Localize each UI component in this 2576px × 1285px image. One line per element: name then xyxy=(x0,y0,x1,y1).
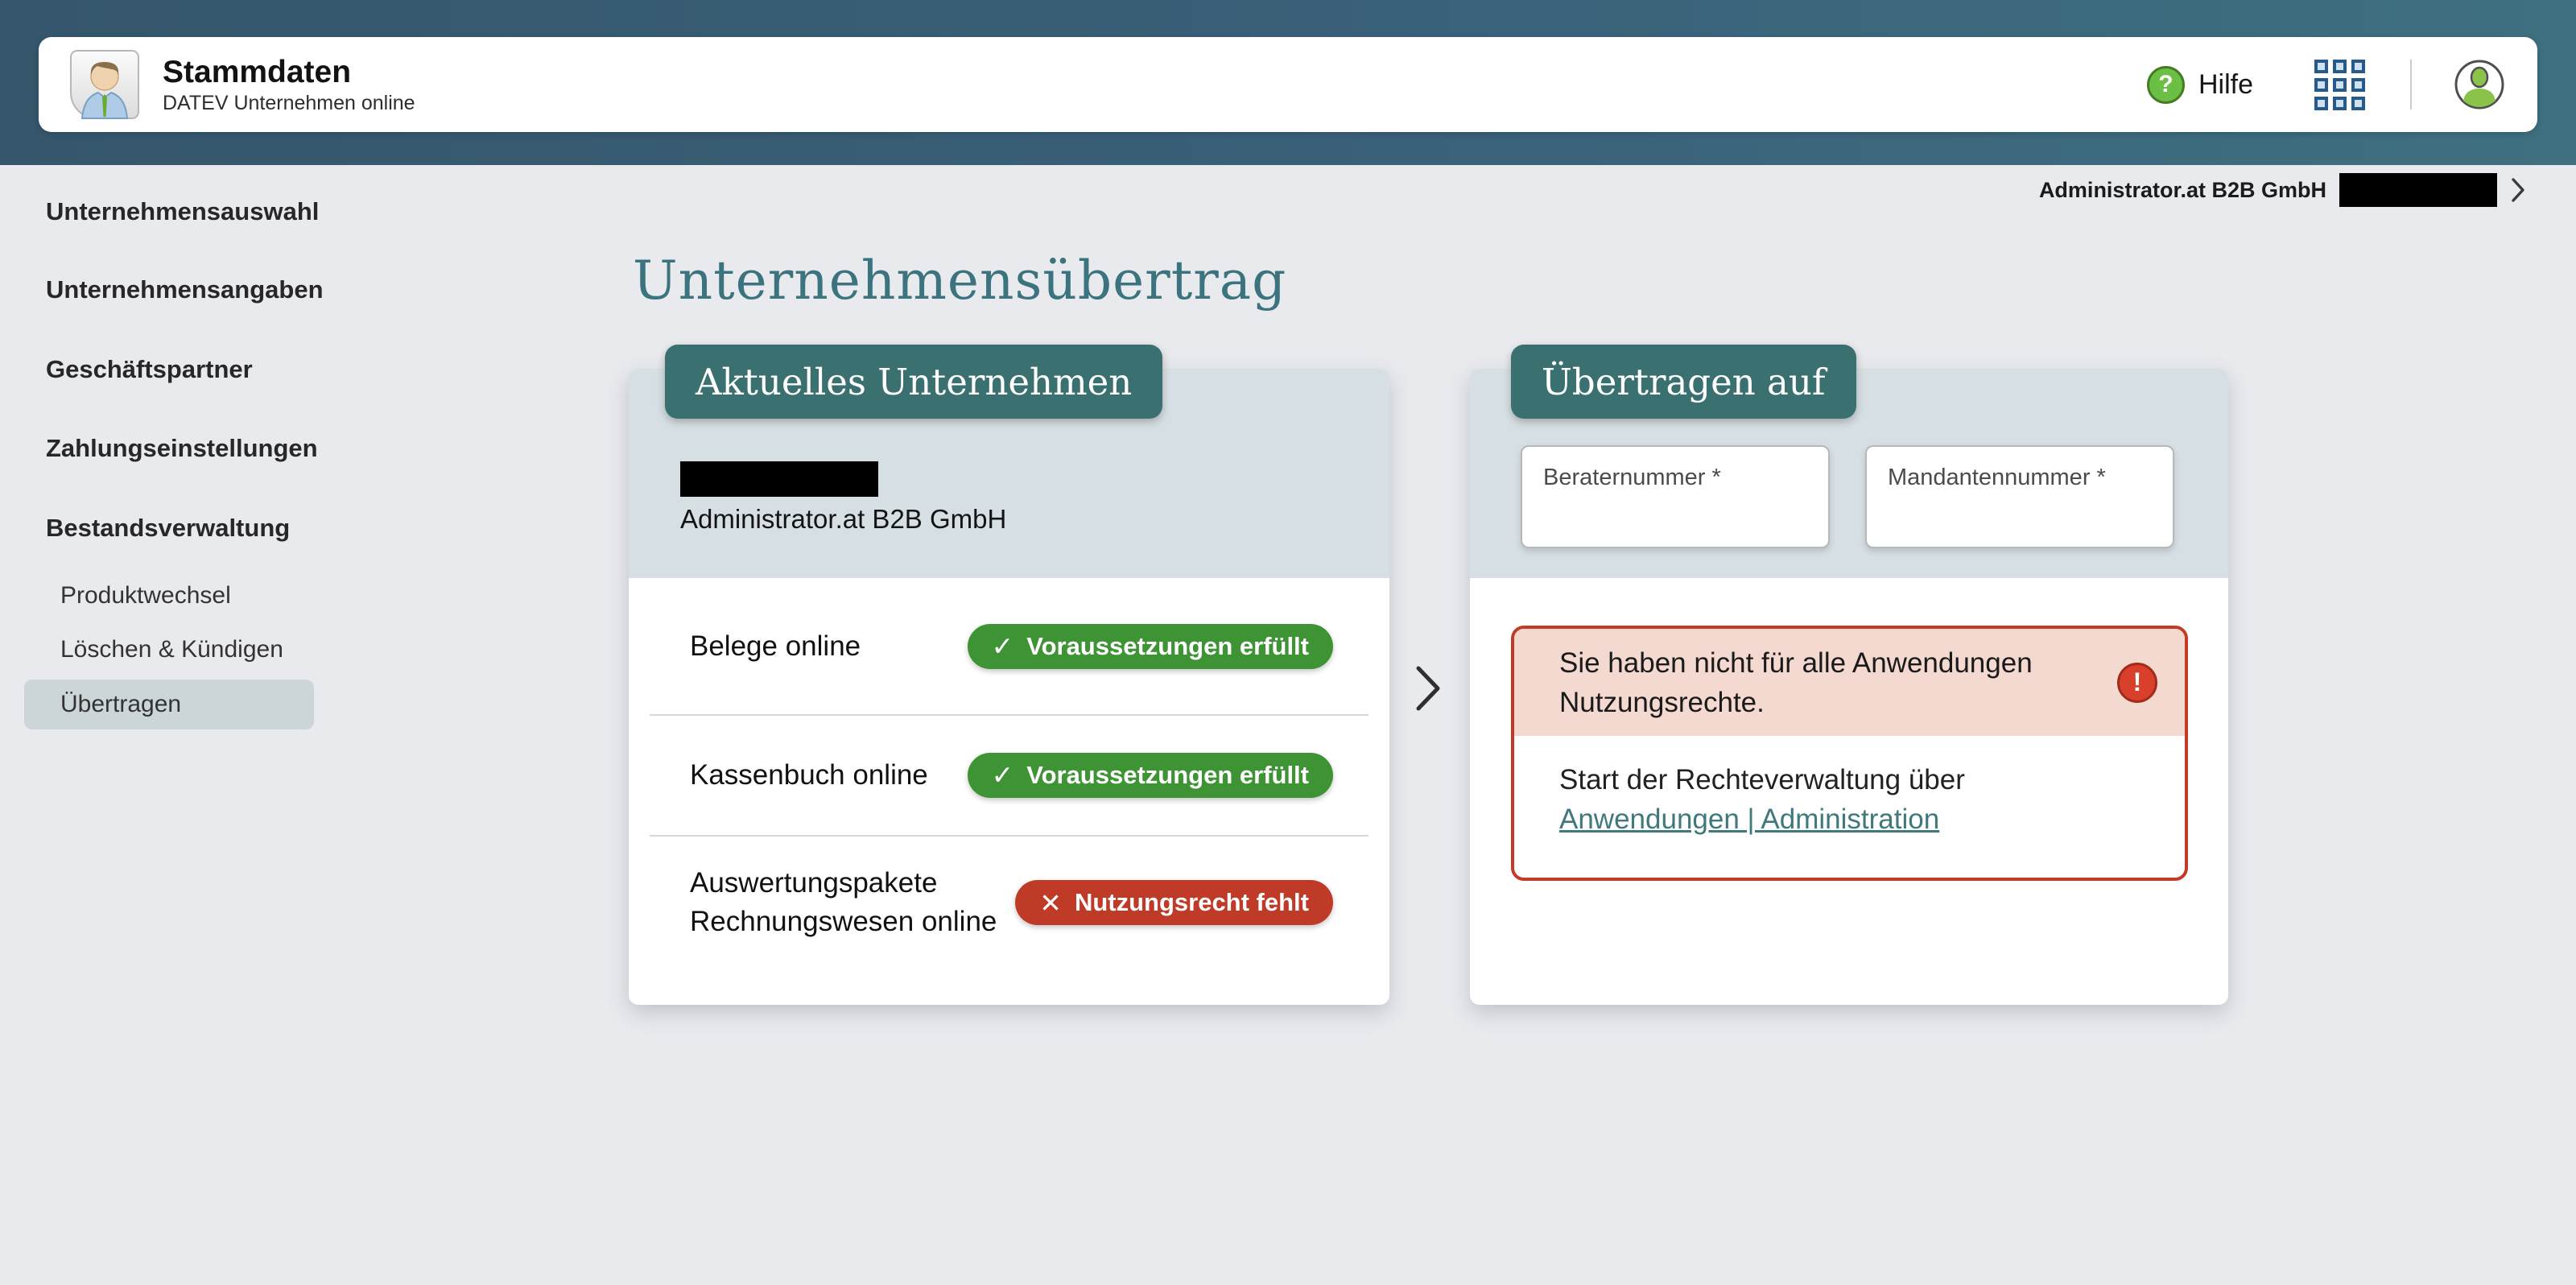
sidebar-item-unternehmensangaben[interactable]: Unternehmensangaben xyxy=(46,263,324,316)
page-title: Unternehmensübertrag xyxy=(633,250,1286,312)
help-label: Hilfe xyxy=(2198,69,2253,101)
help-question-icon: ? xyxy=(2147,66,2185,104)
mandantennummer-input[interactable] xyxy=(1888,498,2152,527)
app-subtitle: DATEV Unternehmen online xyxy=(163,91,2147,115)
mandantennummer-label: Mandantennummer * xyxy=(1888,465,2152,491)
alert-body: Start der Rechteverwaltung über Anwendun… xyxy=(1514,736,2142,839)
app-title-block: Stammdaten DATEV Unternehmen online xyxy=(163,54,2147,115)
beraternummer-label: Beraternummer * xyxy=(1543,465,1807,491)
product-label: Auswertungspakete Rechnungswesen online xyxy=(690,864,1015,941)
app-title: Stammdaten xyxy=(163,54,2147,91)
transfer-direction-chevron-icon xyxy=(1410,662,1446,715)
sidebar-item-produktwechsel[interactable]: Produktwechsel xyxy=(60,571,231,621)
help-button[interactable]: ? Hilfe xyxy=(2147,66,2253,104)
check-icon: ✓ xyxy=(992,630,1014,662)
transfer-card-badge: Übertragen auf xyxy=(1511,345,1856,419)
status-text: Voraussetzungen erfüllt xyxy=(1026,761,1309,790)
status-text: Nutzungsrecht fehlt xyxy=(1075,888,1309,917)
apps-grid-icon xyxy=(2314,60,2328,73)
current-company-card: Aktuelles Unternehmen Administrator.at B… xyxy=(629,369,1389,1005)
breadcrumb-company: Administrator.at B2B GmbH xyxy=(2039,178,2326,203)
company-switcher[interactable]: Administrator.at B2B GmbH xyxy=(2039,171,2526,209)
product-label: Belege online xyxy=(690,627,861,666)
status-text: Voraussetzungen erfüllt xyxy=(1026,632,1309,661)
status-badge-error: ✕ Nutzungsrecht fehlt xyxy=(1015,880,1333,925)
status-badge-ok: ✓ Voraussetzungen erfüllt xyxy=(968,624,1333,669)
sidebar-item-unternehmensauswahl[interactable]: Unternehmensauswahl xyxy=(46,185,319,238)
sidebar-item-geschaeftspartner[interactable]: Geschäftspartner xyxy=(46,343,253,396)
redacted-company-number xyxy=(680,461,878,497)
error-exclamation-icon: ! xyxy=(2117,663,2157,703)
status-badge-ok: ✓ Voraussetzungen erfüllt xyxy=(968,753,1333,798)
mandantennummer-field[interactable]: Mandantennummer * xyxy=(1865,445,2174,548)
product-status-list: Belege online ✓ Voraussetzungen erfüllt … xyxy=(629,578,1389,1005)
cross-icon: ✕ xyxy=(1039,887,1062,919)
product-row-auswertungspakete: Auswertungspakete Rechnungswesen online … xyxy=(629,837,1389,969)
alert-message: Sie haben nicht für alle Anwendungen Nut… xyxy=(1559,643,2058,722)
product-row-kassenbuch-online: Kassenbuch online ✓ Voraussetzungen erfü… xyxy=(629,716,1389,835)
apps-grid-button[interactable] xyxy=(2314,60,2365,110)
check-icon: ✓ xyxy=(992,759,1014,791)
sidebar-item-bestandsverwaltung[interactable]: Bestandsverwaltung xyxy=(46,502,290,555)
beraternummer-input[interactable] xyxy=(1543,498,1807,527)
sidebar-item-loeschen-kuendigen[interactable]: Löschen & Kündigen xyxy=(60,625,283,675)
product-label: Kassenbuch online xyxy=(690,756,928,795)
transfer-target-card: Übertragen auf Beraternummer * Mandanten… xyxy=(1470,369,2228,1005)
chevron-right-icon xyxy=(2510,177,2526,203)
header-divider xyxy=(2410,60,2412,109)
sidebar-item-uebertragen[interactable]: Übertragen xyxy=(24,680,314,729)
current-card-badge: Aktuelles Unternehmen xyxy=(665,345,1162,419)
app-header: Stammdaten DATEV Unternehmen online ? Hi… xyxy=(39,37,2537,132)
rights-alert: Sie haben nicht für alle Anwendungen Nut… xyxy=(1511,626,2188,881)
alert-body-text: Start der Rechteverwaltung über xyxy=(1559,764,1965,795)
alert-header: Sie haben nicht für alle Anwendungen Nut… xyxy=(1514,629,2185,736)
current-company-name: Administrator.at B2B GmbH xyxy=(680,504,1006,535)
beraternummer-field[interactable]: Beraternummer * xyxy=(1521,445,1830,548)
product-row-belege-online: Belege online ✓ Voraussetzungen erfüllt xyxy=(629,578,1389,714)
sidebar-nav: Unternehmensauswahl Unternehmensangaben … xyxy=(0,0,346,1285)
header-actions: ? Hilfe xyxy=(2147,59,2505,110)
account-button[interactable] xyxy=(2454,59,2505,110)
stammdaten-app: Stammdaten DATEV Unternehmen online ? Hi… xyxy=(0,0,2576,1285)
sidebar-item-zahlungseinstellungen[interactable]: Zahlungseinstellungen xyxy=(46,422,318,475)
redacted-text xyxy=(2339,173,2497,207)
rechteverwaltung-link[interactable]: Anwendungen | Administration xyxy=(1559,804,1939,835)
